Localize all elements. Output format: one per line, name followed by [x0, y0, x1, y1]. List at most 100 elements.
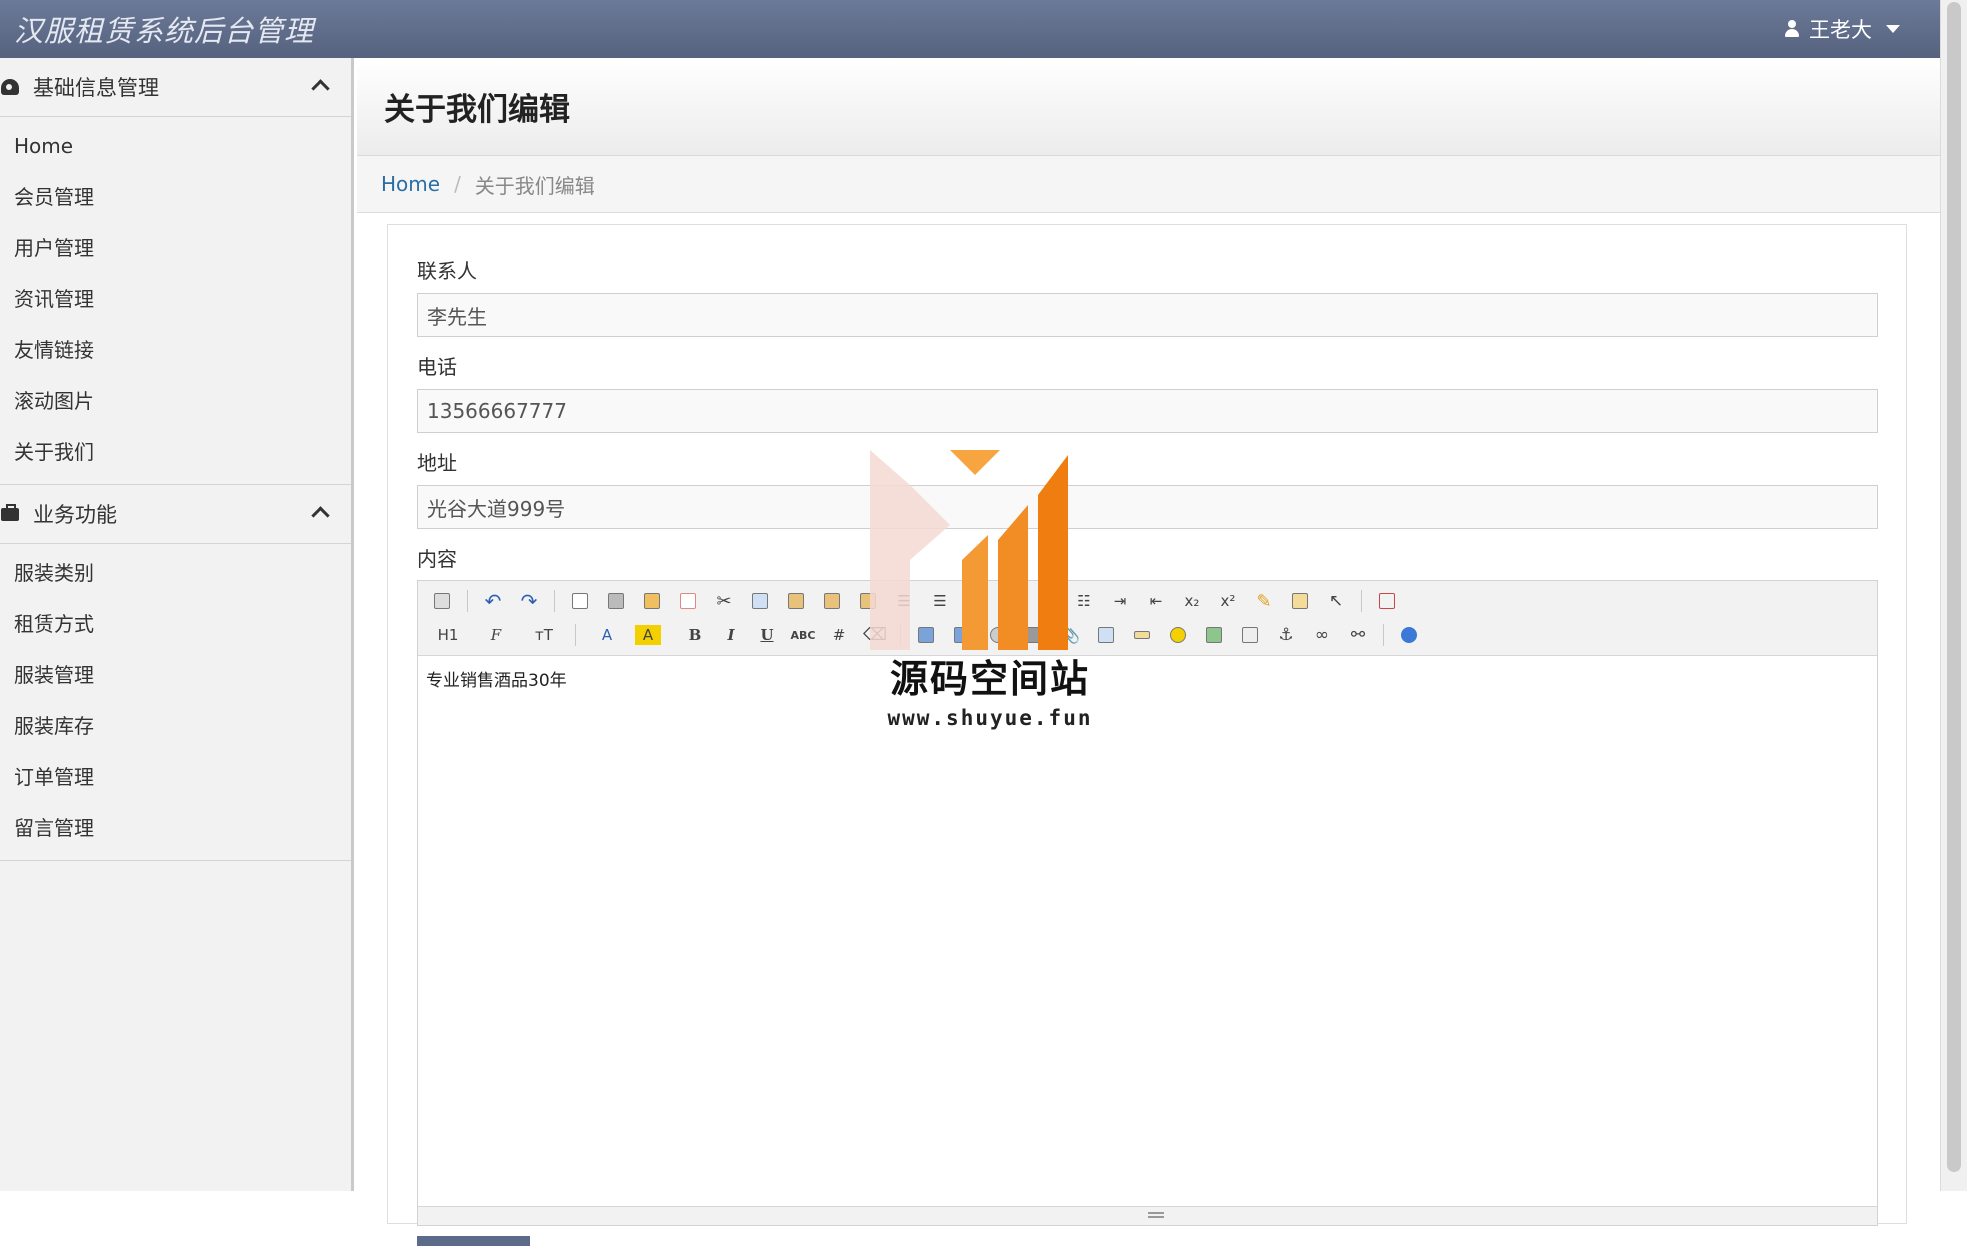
sidebar-item-about[interactable]: 关于我们 [0, 427, 351, 478]
multi-image-icon[interactable] [948, 622, 976, 648]
sidebar-group-business[interactable]: 业务功能 [0, 485, 351, 544]
resize-grip-icon[interactable] [1147, 1212, 1164, 1218]
help-icon[interactable] [1395, 622, 1423, 648]
address-input[interactable] [417, 485, 1878, 529]
preview-icon[interactable] [566, 588, 594, 614]
toolbar-separator [554, 590, 555, 612]
clear-format-icon[interactable]: ✎ [1250, 588, 1278, 614]
superscript-icon[interactable]: x² [1214, 588, 1242, 614]
video-icon[interactable] [1020, 622, 1048, 648]
subscript-icon[interactable]: x₂ [1178, 588, 1206, 614]
link-icon[interactable]: ∞ [1308, 622, 1336, 648]
top-navbar: 汉服租赁系统后台管理 王老大 [0, 0, 1940, 58]
align-center-icon[interactable]: ☰ [926, 588, 954, 614]
map-icon[interactable] [1200, 622, 1228, 648]
breadcrumb: Home / 关于我们编辑 [357, 156, 1940, 213]
toolbar-row-1: ↶ ↷ ✂ ☰ ☰ ☰ ☰ ☷ ☷ ⇥ ⇤ x₂ x² ✎ ↖ [428, 586, 1401, 616]
page-title: 关于我们编辑 [384, 92, 570, 128]
contact-input[interactable] [417, 293, 1878, 337]
page-scrollbar[interactable] [1940, 0, 1967, 1191]
source-code-icon[interactable] [428, 588, 456, 614]
paste-icon[interactable] [782, 588, 810, 614]
flash-icon[interactable] [984, 622, 1012, 648]
sidebar-group-title: 业务功能 [33, 503, 117, 527]
paste-text-icon[interactable] [818, 588, 846, 614]
user-menu[interactable]: 王老大 [1783, 14, 1900, 44]
italic-button[interactable]: I [717, 622, 745, 648]
align-right-icon[interactable]: ☰ [962, 588, 990, 614]
font-color-dropdown[interactable]: A [587, 622, 627, 648]
sidebar-item-rental-method[interactable]: 租赁方式 [0, 599, 351, 650]
brand-title: 汉服租赁系统后台管理 [14, 14, 315, 48]
cursor-icon[interactable]: ↖ [1322, 588, 1350, 614]
sidebar-group-items: 服装类别 租赁方式 服装管理 服装库存 订单管理 留言管理 [0, 544, 351, 861]
editor-content[interactable]: 专业销售酒品30年 [418, 656, 1877, 1156]
user-icon [1783, 20, 1801, 38]
phone-input[interactable] [417, 389, 1878, 433]
sidebar-item-users[interactable]: 用户管理 [0, 223, 351, 274]
paste-word-icon[interactable] [854, 588, 882, 614]
main-content: 关于我们编辑 Home / 关于我们编辑 联系人 电话 地址 内容 ↶ ↷ [357, 58, 1940, 1246]
chevron-up-icon[interactable] [311, 79, 330, 98]
underline-button[interactable]: U [753, 622, 781, 648]
address-label: 地址 [417, 451, 457, 475]
heading-dropdown[interactable]: H1 [428, 622, 468, 648]
toolbar-separator [1383, 624, 1384, 646]
sidebar-item-inventory[interactable]: 服装库存 [0, 701, 351, 752]
rich-text-editor: ↶ ↷ ✂ ☰ ☰ ☰ ☰ ☷ ☷ ⇥ ⇤ x₂ x² ✎ ↖ H1 F тT … [417, 580, 1878, 1226]
sidebar-item-messages[interactable]: 留言管理 [0, 803, 351, 854]
select-all-icon[interactable] [1286, 588, 1314, 614]
unordered-list-icon[interactable]: ☷ [1070, 588, 1098, 614]
template-icon[interactable] [638, 588, 666, 614]
sidebar-item-clothing[interactable]: 服装管理 [0, 650, 351, 701]
chevron-up-icon[interactable] [311, 506, 330, 525]
image-icon[interactable] [912, 622, 940, 648]
table-icon[interactable] [1092, 622, 1120, 648]
bold-button[interactable]: B [681, 622, 709, 648]
page-header: 关于我们编辑 [357, 58, 1940, 156]
unlink-icon[interactable]: ⚯ [1344, 622, 1372, 648]
sidebar-item-orders[interactable]: 订单管理 [0, 752, 351, 803]
sidebar-item-members[interactable]: 会员管理 [0, 172, 351, 223]
editor-resize-bar[interactable] [418, 1206, 1877, 1225]
submit-button[interactable] [417, 1236, 530, 1246]
sidebar: 基础信息管理 Home 会员管理 用户管理 资讯管理 友情链接 滚动图片 关于我… [0, 58, 354, 1191]
toolbar-separator [1361, 590, 1362, 612]
outdent-icon[interactable]: ⇤ [1142, 588, 1170, 614]
breadcrumb-home-link[interactable]: Home [381, 172, 440, 196]
sidebar-item-news[interactable]: 资讯管理 [0, 274, 351, 325]
strikethrough-button[interactable]: ABC [789, 622, 817, 648]
anchor-icon[interactable]: ⚓ [1272, 622, 1300, 648]
ordered-list-icon[interactable]: ☷ [1034, 588, 1062, 614]
hr-icon[interactable]: # [825, 622, 853, 648]
align-justify-icon[interactable]: ☰ [998, 588, 1026, 614]
undo-icon[interactable]: ↶ [479, 588, 507, 614]
align-left-icon[interactable]: ☰ [890, 588, 918, 614]
sidebar-item-clothing-category[interactable]: 服装类别 [0, 548, 351, 599]
background-color-dropdown[interactable]: A [635, 625, 661, 645]
attachment-icon[interactable]: 📎 [1056, 622, 1084, 648]
dashboard-icon [1, 79, 19, 95]
insert-hr-icon[interactable] [1128, 622, 1156, 648]
cut-icon[interactable]: ✂ [710, 588, 738, 614]
print-icon[interactable] [602, 588, 630, 614]
breadcrumb-current: 关于我们编辑 [474, 173, 595, 198]
toolbar-separator [575, 624, 576, 646]
sidebar-item-home[interactable]: Home [0, 121, 351, 172]
contact-label: 联系人 [417, 259, 477, 283]
fullscreen-icon[interactable] [1373, 588, 1401, 614]
copy-icon[interactable] [746, 588, 774, 614]
sidebar-group-basic-info[interactable]: 基础信息管理 [0, 58, 351, 117]
emoticon-icon[interactable] [1164, 622, 1192, 648]
font-family-dropdown[interactable]: F [476, 622, 516, 648]
code-icon[interactable] [674, 588, 702, 614]
indent-icon[interactable]: ⇥ [1106, 588, 1134, 614]
redo-icon[interactable]: ↷ [515, 588, 543, 614]
font-size-dropdown[interactable]: тT [524, 622, 564, 648]
eraser-icon[interactable]: ⌫ [861, 622, 889, 648]
toolbar-row-2: H1 F тT A A B I U ABC # ⌫ 📎 ⚓ ∞ ⚯ [428, 620, 1423, 650]
sidebar-item-links[interactable]: 友情链接 [0, 325, 351, 376]
sidebar-item-carousel[interactable]: 滚动图片 [0, 376, 351, 427]
scrollbar-thumb[interactable] [1947, 2, 1961, 1172]
page-break-icon[interactable] [1236, 622, 1264, 648]
